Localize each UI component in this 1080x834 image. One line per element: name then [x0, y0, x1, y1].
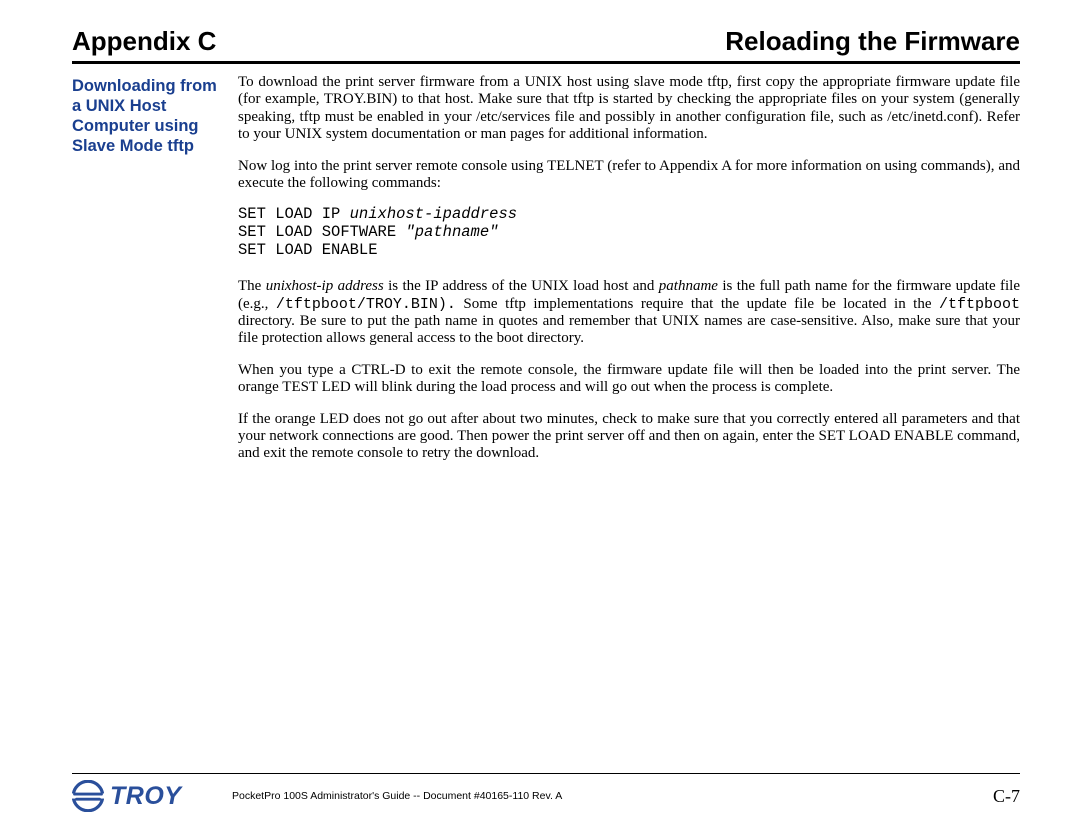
p3-frag-g: Some tftp implementations require that t… [456, 296, 939, 312]
cmd-line-1a: SET LOAD IP [238, 205, 350, 223]
document-page: Appendix C Reloading the Firmware Downlo… [0, 0, 1080, 834]
para-troubleshoot: If the orange LED does not go out after … [238, 411, 1020, 463]
para-intro: To download the print server firmware fr… [238, 74, 1020, 144]
body-columns: Downloading from a UNIX Host Computer us… [72, 74, 1020, 477]
logo-text: TROY [110, 782, 181, 811]
footer-rule [72, 773, 1020, 774]
p3-frag-b: unixhost-ip address [266, 278, 384, 294]
para-ctrld: When you type a CTRL-D to exit the remot… [238, 362, 1020, 397]
p3-frag-a: The [238, 278, 266, 294]
command-block: SET LOAD IP unixhost-ipaddress SET LOAD … [238, 206, 1020, 260]
para-explain: The unixhost-ip address is the IP addres… [238, 278, 1020, 348]
p3-frag-f: /tftpboot/TROY.BIN). [276, 296, 456, 313]
cmd-line-3: SET LOAD ENABLE [238, 241, 378, 259]
cmd-line-2a: SET LOAD SOFTWARE [238, 223, 405, 241]
footer-row: TROY PocketPro 100S Administrator's Guid… [72, 780, 1020, 812]
p3-frag-h: /tftpboot [939, 296, 1020, 313]
cmd-line-2b: "pathname" [405, 223, 498, 241]
page-footer: TROY PocketPro 100S Administrator's Guid… [72, 773, 1020, 812]
cmd-line-1b: unixhost-ipaddress [350, 205, 517, 223]
footer-page-number: C-7 [993, 786, 1020, 807]
para-login: Now log into the print server remote con… [238, 158, 1020, 193]
logo-globe-icon [72, 780, 104, 812]
p3-frag-d: pathname [659, 278, 718, 294]
page-header: Appendix C Reloading the Firmware [72, 26, 1020, 57]
header-left: Appendix C [72, 26, 216, 57]
footer-doc-info: PocketPro 100S Administrator's Guide -- … [232, 790, 993, 802]
p3-frag-c: is the IP address of the UNIX load host … [384, 278, 659, 294]
p3-frag-i: directory. Be sure to put the path name … [238, 313, 1020, 346]
header-right: Reloading the Firmware [725, 26, 1020, 57]
header-rule [72, 61, 1020, 64]
main-content: To download the print server firmware fr… [238, 74, 1020, 477]
troy-logo: TROY [72, 780, 232, 812]
sidebar-heading: Downloading from a UNIX Host Computer us… [72, 74, 220, 477]
